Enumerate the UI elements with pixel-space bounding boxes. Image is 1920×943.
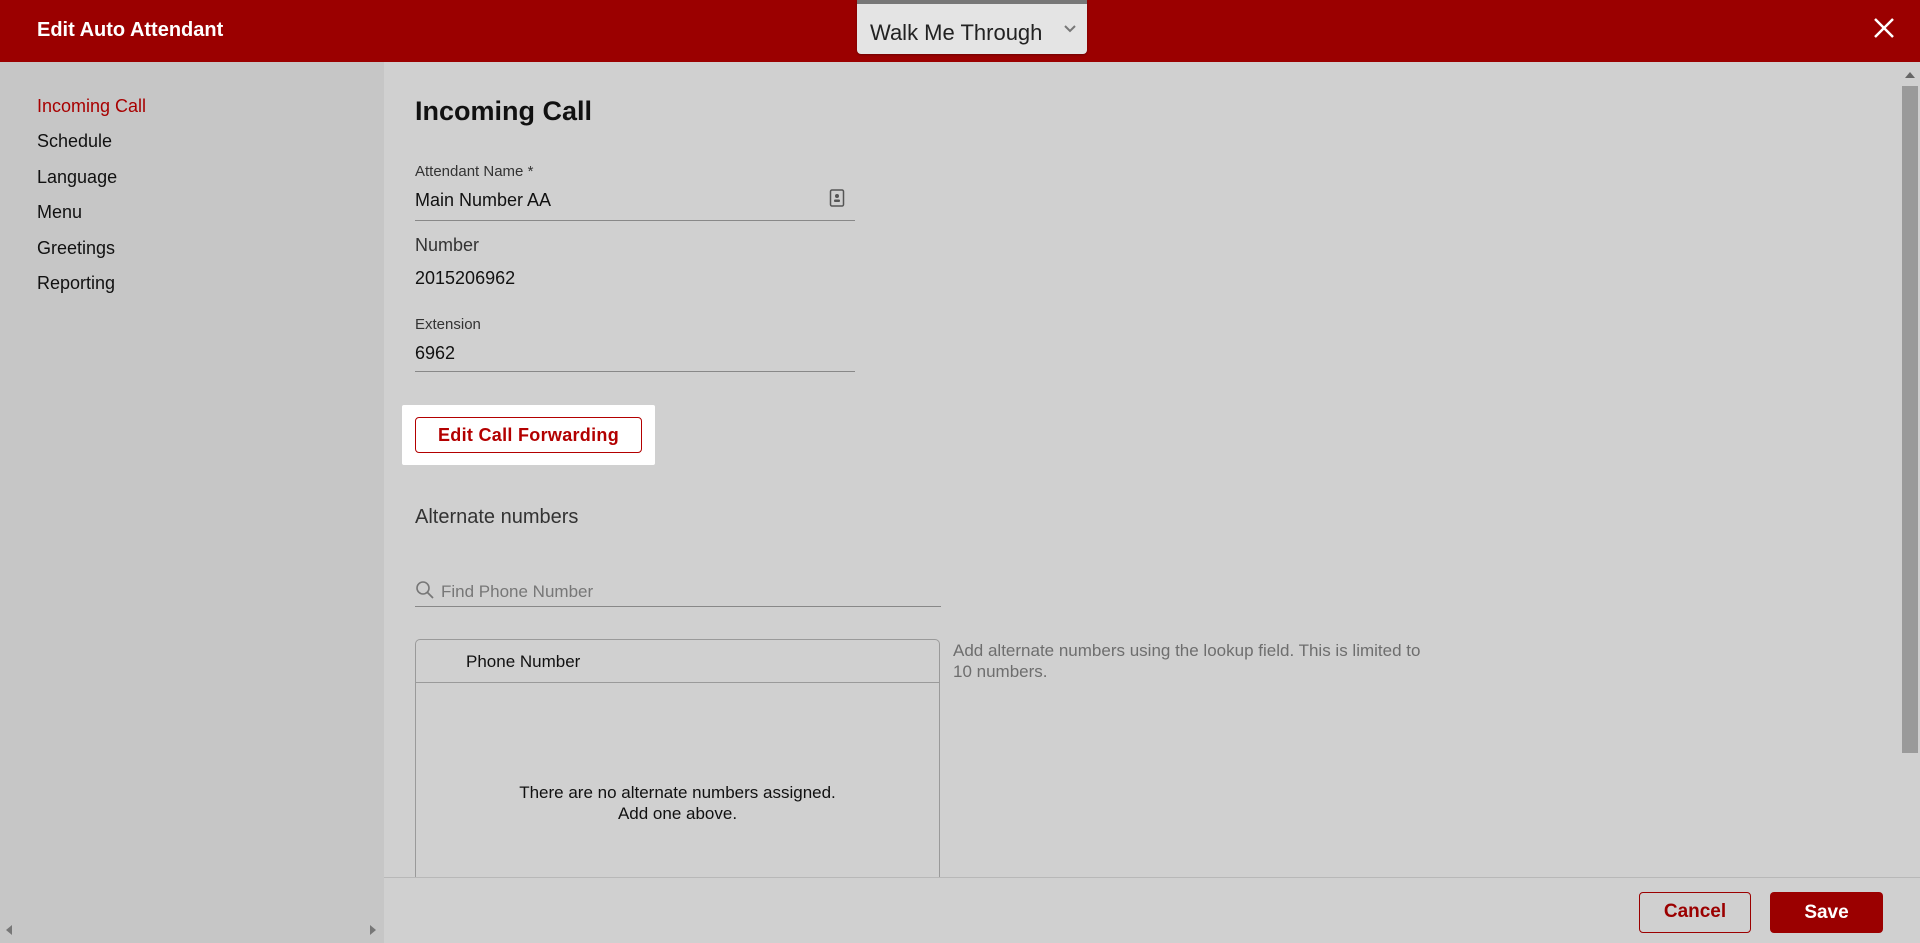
table-header: Phone Number xyxy=(416,640,939,683)
edit-call-forwarding-button[interactable]: Edit Call Forwarding xyxy=(415,417,642,453)
empty-state-line: There are no alternate numbers assigned. xyxy=(519,783,836,802)
sidebar-item-schedule[interactable]: Schedule xyxy=(37,131,112,152)
walk-me-through-dropdown[interactable]: Walk Me Through xyxy=(857,0,1087,54)
dialog-title: Edit Auto Attendant xyxy=(37,19,224,41)
edit-call-forwarding-highlight: Edit Call Forwarding xyxy=(402,405,655,465)
search-underline xyxy=(415,606,941,607)
sidebar-item-greetings[interactable]: Greetings xyxy=(37,238,115,259)
walk-me-through-label: Walk Me Through xyxy=(870,20,1043,45)
scroll-right-arrow-icon[interactable] xyxy=(370,925,376,935)
find-phone-number-input[interactable] xyxy=(441,580,939,604)
extension-underline xyxy=(415,371,855,372)
contact-card-icon[interactable] xyxy=(829,189,845,207)
scroll-left-arrow-icon[interactable] xyxy=(6,925,12,935)
empty-state-message: There are no alternate numbers assigned.… xyxy=(416,782,939,824)
cancel-button[interactable]: Cancel xyxy=(1639,892,1751,933)
sidebar-item-reporting[interactable]: Reporting xyxy=(37,273,115,294)
scrollbar-thumb[interactable] xyxy=(1902,86,1918,753)
number-label: Number xyxy=(415,235,480,255)
attendant-name-underline xyxy=(415,220,855,221)
alternate-numbers-table: Phone Number There are no alternate numb… xyxy=(415,639,940,877)
sidebar-item-incoming-call[interactable]: Incoming Call xyxy=(37,96,146,117)
page-title: Incoming Call xyxy=(415,96,593,126)
sidebar-item-language[interactable]: Language xyxy=(37,167,117,188)
attendant-name-field[interactable]: Main Number AA xyxy=(415,190,551,211)
close-icon[interactable] xyxy=(1870,14,1898,42)
empty-state-line: Add one above. xyxy=(617,804,738,823)
phone-number-column-header[interactable]: Phone Number xyxy=(466,652,580,672)
extension-field[interactable]: 6962 xyxy=(415,343,455,364)
alternate-numbers-hint: Add alternate numbers using the lookup f… xyxy=(953,641,1421,681)
sidebar xyxy=(0,62,384,943)
attendant-name-label: Attendant Name * xyxy=(415,163,534,180)
search-icon xyxy=(416,581,434,599)
number-value: 2015206962 xyxy=(415,268,516,288)
save-button[interactable]: Save xyxy=(1770,892,1883,933)
alternate-numbers-title: Alternate numbers xyxy=(415,506,579,528)
scroll-up-arrow-icon[interactable] xyxy=(1905,72,1915,78)
extension-label: Extension xyxy=(415,316,481,333)
chevron-down-icon xyxy=(1064,25,1076,33)
sidebar-item-menu[interactable]: Menu xyxy=(37,202,82,223)
